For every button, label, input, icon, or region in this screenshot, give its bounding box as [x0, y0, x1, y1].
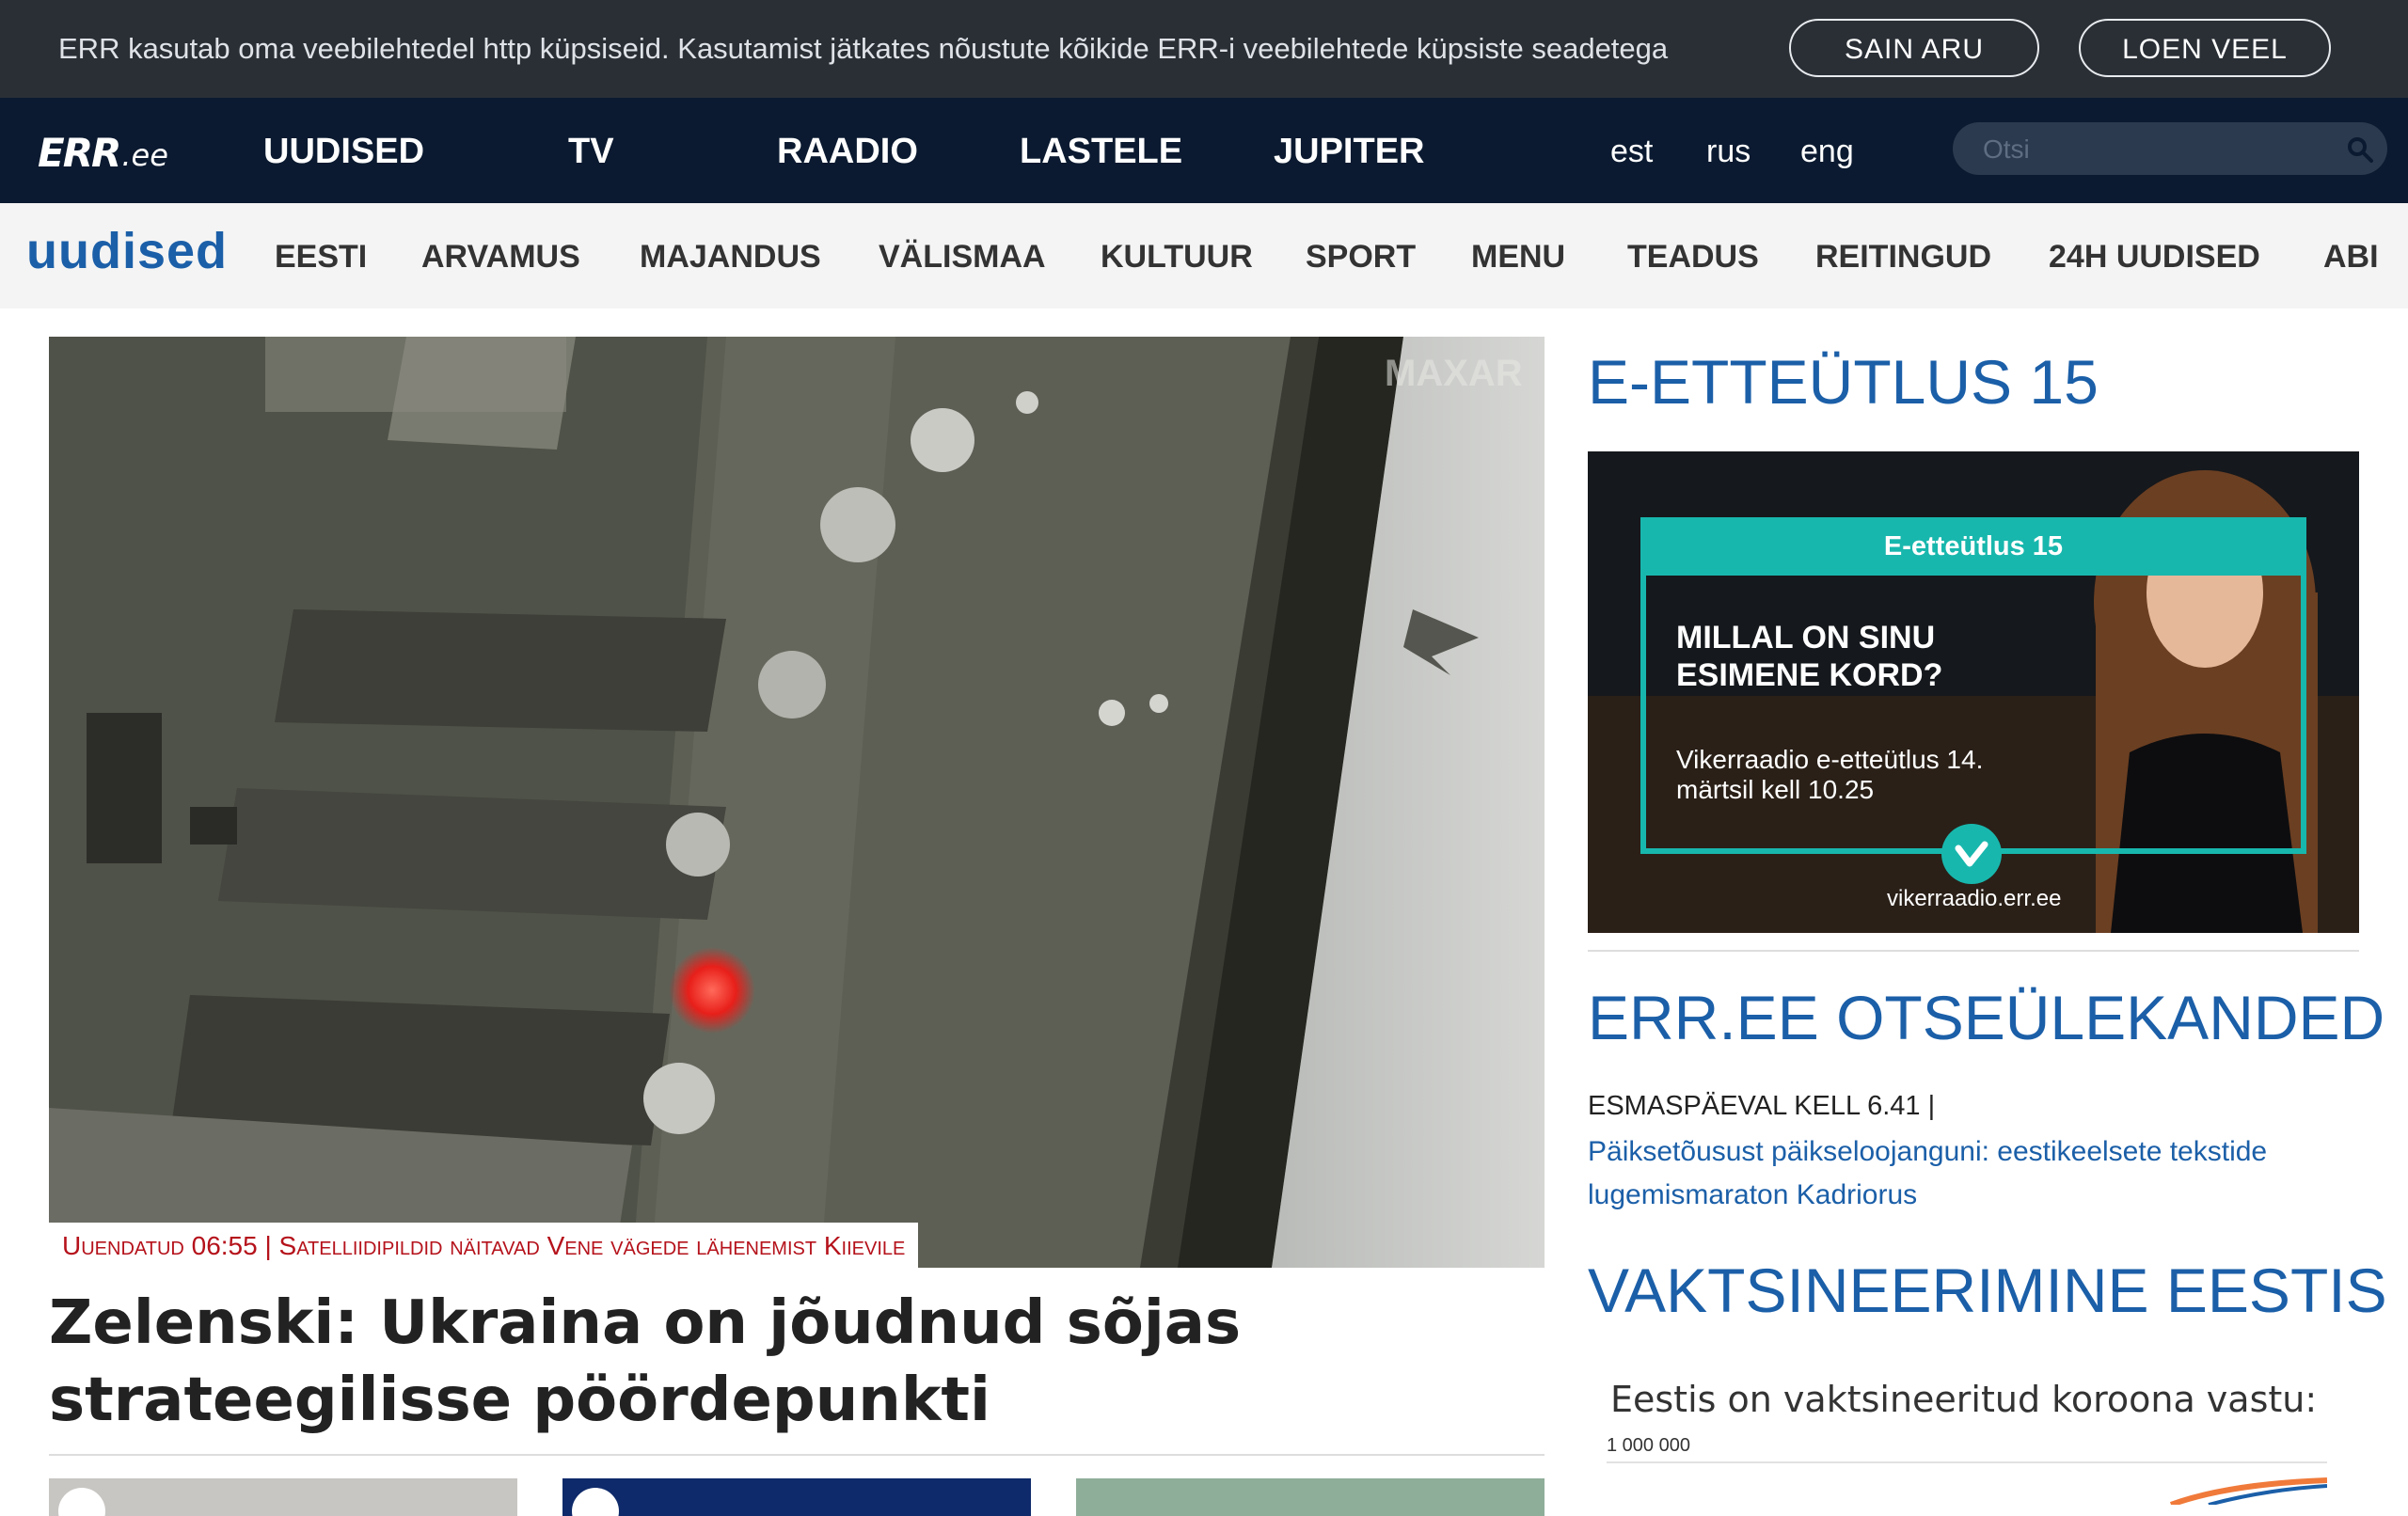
vikerraadio-logo-icon: [1941, 824, 2002, 884]
subnav-menu[interactable]: MENU: [1471, 239, 1565, 276]
vaccination-axis-tick: 1 000 000: [1607, 1435, 1690, 1456]
section-navigation: uudised EESTI ARVAMUS MAJANDUS VÄLISMAA …: [0, 203, 2408, 308]
lang-est[interactable]: est: [1610, 134, 1653, 170]
promo-tab: E-etteütlus 15: [1640, 517, 2306, 576]
subnav-valismaa[interactable]: VÄLISMAA: [879, 239, 1046, 276]
nav-tv[interactable]: TV: [568, 132, 614, 172]
hero-image[interactable]: MAXAR: [49, 337, 1545, 1268]
cookie-accept-button[interactable]: SAIN ARU: [1789, 19, 2039, 77]
play-icon: [572, 1488, 619, 1516]
nav-uudised[interactable]: UUDISED: [263, 132, 424, 172]
play-icon: [58, 1488, 105, 1516]
logo-mark: ERR: [38, 129, 121, 176]
satellite-image: MAXAR: [49, 337, 1545, 1268]
nav-raadio[interactable]: RAADIO: [777, 132, 918, 172]
article-thumbnail-2[interactable]: [562, 1478, 1031, 1516]
cookie-banner: ERR kasutab oma veebilehtedel http küpsi…: [0, 0, 2408, 98]
article-thumbnail-3[interactable]: [1076, 1478, 1545, 1516]
subnav-arvamus[interactable]: ARVAMUS: [421, 239, 580, 276]
promo-url: vikerraadio.err.ee: [1887, 886, 2062, 911]
article-thumbnail-1[interactable]: [49, 1478, 517, 1516]
subnav-reitingud[interactable]: REITINGUD: [1815, 239, 1991, 276]
live-time: ESMASPÄEVAL KELL 6.41 |: [1588, 1091, 1936, 1121]
cookie-text: ERR kasutab oma veebilehtedel http küpsi…: [58, 32, 1669, 65]
search-icon[interactable]: [2346, 135, 2374, 164]
subnav-teadus[interactable]: TEADUS: [1627, 239, 1759, 276]
live-heading[interactable]: ERR.EE OTSEÜLEKANDED: [1588, 982, 2384, 1053]
promo-heading[interactable]: E-ETTEÜTLUS 15: [1588, 346, 2099, 418]
promo-question: MILLAL ON SINU ESIMENE KORD?: [1676, 620, 1943, 693]
promo-tab-label: E-etteütlus 15: [1883, 531, 2064, 561]
section-title[interactable]: uudised: [26, 222, 228, 280]
nav-jupiter[interactable]: JUPITER: [1274, 132, 1424, 172]
vaccination-gridline: [1607, 1461, 2327, 1463]
live-stream-link[interactable]: Päiksetõusust päikseloojanguni: eestikee…: [1588, 1130, 2359, 1217]
subnav-24h-uudised[interactable]: 24H UUDISED: [2049, 239, 2260, 276]
promo-banner[interactable]: E-etteütlus 15 MILLAL ON SINU ESIMENE KO…: [1588, 451, 2359, 933]
nav-lastele[interactable]: LASTELE: [1020, 132, 1182, 172]
sidebar-divider: [1588, 950, 2359, 952]
logo-tld: .ee: [121, 137, 168, 173]
maxar-watermark: MAXAR: [1385, 353, 1523, 394]
subnav-eesti[interactable]: EESTI: [275, 239, 367, 276]
vaccination-heading[interactable]: VAKTSINEERIMINE EESTIS: [1588, 1255, 2387, 1326]
subnav-kultuur[interactable]: KULTUUR: [1101, 239, 1253, 276]
promo-subtitle: Vikerraadio e-etteütlus 14. märtsil kell…: [1676, 745, 1984, 804]
subnav-abi[interactable]: ABI: [2323, 239, 2379, 276]
err-logo[interactable]: ERR .ee: [38, 129, 168, 176]
cookie-more-button[interactable]: LOEN VEEL: [2079, 19, 2331, 77]
lang-rus[interactable]: rus: [1706, 134, 1751, 170]
subnav-sport[interactable]: SPORT: [1306, 239, 1416, 276]
vaccination-label: Eestis on vaktsineeritud koroona vastu:: [1610, 1379, 2318, 1420]
article-divider: [49, 1454, 1545, 1456]
search-input[interactable]: [1981, 122, 2342, 177]
main-navigation: ERR .ee UUDISED TV RAADIO LASTELE JUPITE…: [0, 98, 2408, 203]
hero-caption[interactable]: Uuendatud 06:55 | Satelliidipildid näita…: [49, 1223, 919, 1270]
vaccination-chart: [2169, 1477, 2327, 1505]
hero-headline[interactable]: Zelenski: Ukraina on jõudnud sõjas strat…: [49, 1285, 1545, 1439]
search-box: [1953, 122, 2387, 177]
subnav-majandus[interactable]: MAJANDUS: [640, 239, 821, 276]
lang-eng[interactable]: eng: [1800, 134, 1854, 170]
